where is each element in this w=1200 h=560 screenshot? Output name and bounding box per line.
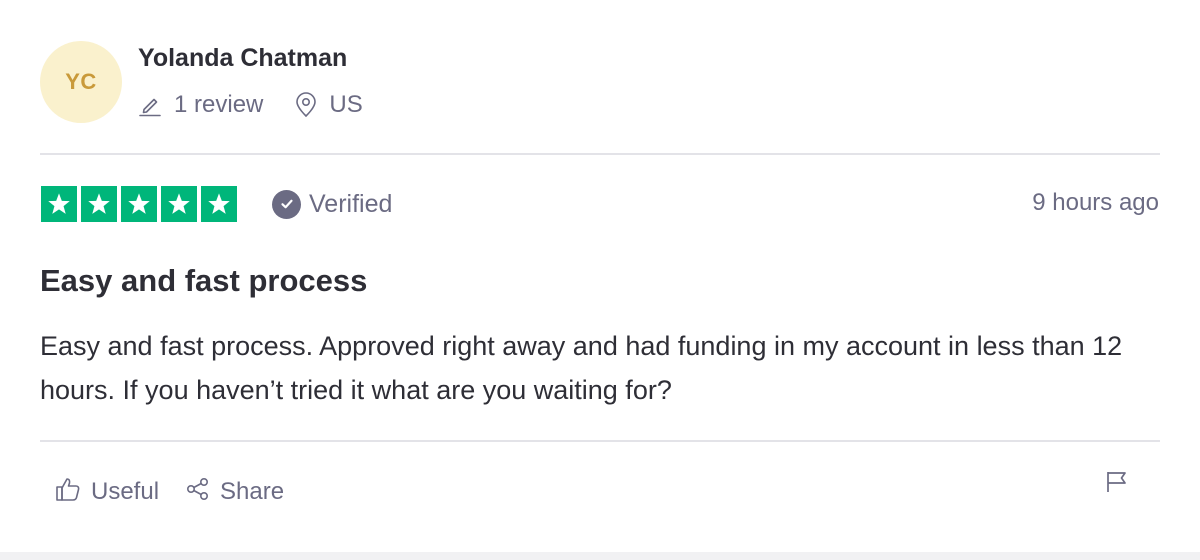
location-text: US [329,91,363,118]
check-circle-icon [272,189,301,219]
star-icon [41,186,77,222]
reviewer-location: US [295,91,363,119]
review-card: YC Yolanda Chatman 1 review US Verified … [0,0,1200,552]
report-flag-button[interactable] [1104,469,1130,500]
pencil-icon [138,93,162,117]
reviewer-name[interactable]: Yolanda Chatman [138,44,347,73]
avatar-initials: YC [65,69,97,94]
reviewer-meta: 1 review US [138,88,363,122]
share-button[interactable]: Share [185,476,284,509]
review-count: 1 review [138,91,263,119]
avatar[interactable]: YC [40,41,122,123]
verified-label: Verified [309,189,393,218]
useful-label: Useful [91,478,160,505]
review-time: 9 hours ago [1032,189,1159,216]
flag-icon [1104,472,1130,499]
star-icon [161,186,197,222]
star-icon [121,186,157,222]
star-icon [201,186,237,222]
useful-button[interactable]: Useful [54,475,159,510]
star-icon [81,186,117,222]
verified-badge[interactable]: Verified [272,188,392,220]
review-title: Easy and fast process [40,263,368,298]
review-count-text: 1 review [174,91,264,118]
divider [40,440,1160,442]
share-label: Share [220,478,285,505]
review-actions: Useful Share [54,474,284,510]
thumbs-up-icon [54,475,82,510]
star-rating [41,186,237,222]
location-pin-icon [295,92,317,118]
divider [40,153,1160,155]
page-footer-strip [0,552,1200,560]
review-body: Easy and fast process. Approved right aw… [40,331,1123,405]
share-icon [185,476,211,509]
